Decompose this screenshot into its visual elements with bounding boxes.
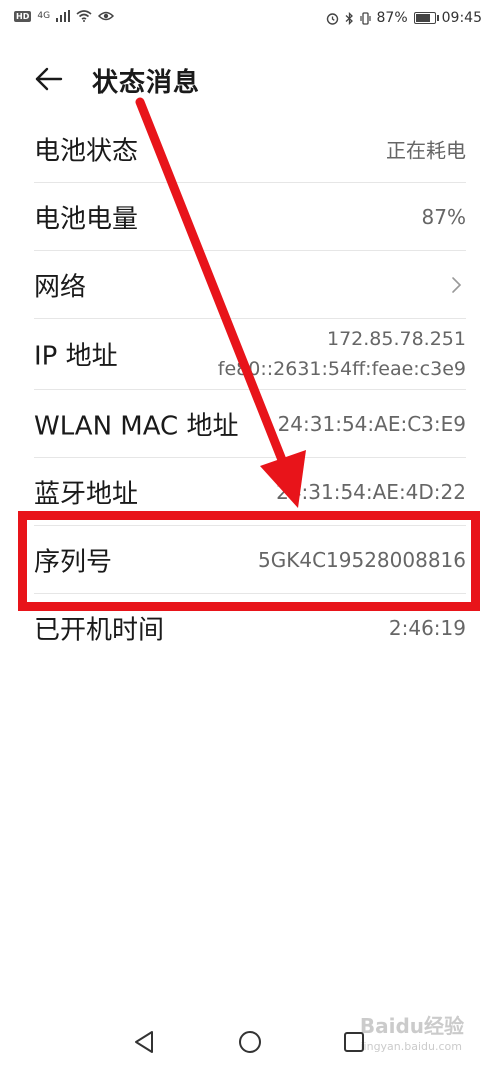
back-arrow-icon[interactable] (34, 64, 64, 94)
bluetooth-icon (345, 11, 353, 25)
signal-icon (56, 10, 71, 22)
battery-icon (413, 12, 439, 24)
row-label: 电池状态 (34, 136, 139, 166)
battery-status-row: 电池状态 正在耗电 (34, 115, 466, 183)
row-label: WLAN MAC 地址 (34, 411, 239, 441)
row-label: 电池电量 (34, 204, 139, 234)
eye-icon (98, 11, 115, 21)
hd-badge: HD (14, 10, 32, 22)
row-value: 2:46:19 (388, 615, 466, 640)
navigation-bar (0, 1010, 500, 1072)
chevron-right-icon (452, 276, 462, 293)
alarm-icon (326, 12, 338, 25)
nav-home-icon[interactable] (236, 1028, 264, 1056)
row-value: 24:31:54:AE:C3:E9 (277, 411, 466, 436)
ipv6-value: fe80::2631:54ff:feae:c3e9 (217, 358, 466, 380)
network-type: 4G (37, 11, 51, 21)
row-label: IP 地址 (34, 341, 118, 372)
status-time: 09:45 (441, 10, 482, 26)
ip-address-row: IP 地址 172.85.78.251 fe80::2631:54ff:feae… (34, 319, 466, 390)
nav-back-icon[interactable] (130, 1028, 158, 1056)
page-title: 状态消息 (92, 68, 201, 98)
row-value: 24:31:54:AE:4D:22 (276, 479, 466, 504)
row-value: 87% (421, 204, 466, 229)
header: 状态消息 (0, 48, 500, 108)
row-label: 网络 (34, 272, 87, 302)
nav-recent-icon[interactable] (340, 1028, 368, 1056)
row-value: 172.85.78.251 fe80::2631:54ff:feae:c3e9 (218, 324, 466, 384)
vibrate-icon (359, 11, 371, 25)
row-label: 蓝牙地址 (34, 479, 139, 509)
status-bar: HD 4G 87% 09:45 (0, 0, 500, 40)
battery-percent: 87% (376, 10, 408, 26)
status-right: 87% 09:45 (326, 10, 482, 26)
ipv4-value: 172.85.78.251 (326, 328, 466, 350)
row-label: 已开机时间 (34, 615, 165, 645)
wlan-mac-row: WLAN MAC 地址 24:31:54:AE:C3:E9 (34, 390, 466, 458)
status-left: HD 4G (14, 10, 115, 22)
battery-level-row: 电池电量 87% (34, 183, 466, 251)
wifi-icon (76, 10, 92, 22)
battery-fill (415, 14, 431, 22)
row-value: 正在耗电 (386, 138, 466, 162)
network-row[interactable]: 网络 (34, 251, 466, 319)
highlight-box (18, 511, 480, 611)
